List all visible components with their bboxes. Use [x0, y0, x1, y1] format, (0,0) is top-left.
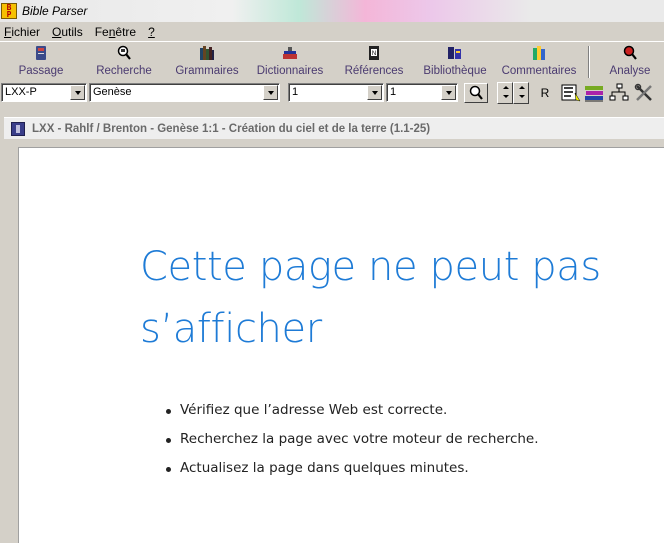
dictionary-icon: [283, 47, 297, 59]
chevron-down-icon[interactable]: [367, 85, 382, 100]
next-spinner[interactable]: [513, 82, 529, 104]
r-button[interactable]: R: [536, 84, 554, 102]
menu-fichier[interactable]: Fichier: [4, 25, 40, 39]
app-window: BP Bible Parser Fichier Outils Fenêtre ?…: [0, 0, 664, 543]
prev-spinner[interactable]: [497, 82, 513, 104]
document-title: LXX - Rahlf / Brenton - Genèse 1:1 - Cré…: [32, 122, 431, 135]
menu-bar: Fichier Outils Fenêtre ?: [0, 22, 664, 41]
passage-button[interactable]: Passage: [14, 44, 68, 80]
commentaries-icon: [533, 46, 545, 60]
list-item: Vérifiez que l’adresse Web est correcte.: [166, 402, 539, 431]
verse-select[interactable]: 1: [386, 83, 458, 102]
menu-help[interactable]: ?: [148, 25, 155, 39]
error-heading: Cette page ne peut pas s’afficher: [140, 244, 601, 352]
recherche-button[interactable]: Recherche: [92, 44, 156, 80]
chapter-select[interactable]: 1: [288, 83, 384, 102]
document-title-bar[interactable]: LXX - Rahlf / Brenton - Genèse 1:1 - Cré…: [4, 117, 664, 139]
passage-selector-row: LXX-P Genèse 1 1 R: [0, 81, 664, 105]
analyse-button[interactable]: Analyse: [604, 44, 656, 80]
arrow-down-icon[interactable]: [498, 93, 512, 103]
menu-fenetre[interactable]: Fenêtre: [95, 25, 136, 39]
main-toolbar: Passage Recherche Grammaires Dictionnair…: [0, 41, 664, 81]
document-icon[interactable]: [11, 121, 25, 136]
library-icon: [448, 47, 461, 59]
chevron-down-icon[interactable]: [441, 85, 456, 100]
window-title: Bible Parser: [22, 4, 88, 18]
list-item: Actualisez la page dans quelques minutes…: [166, 460, 539, 489]
grammaires-button[interactable]: Grammaires: [172, 44, 242, 80]
grammar-books-icon: [200, 46, 214, 60]
go-search-button[interactable]: [464, 83, 488, 103]
bible-parser-app-icon[interactable]: BP: [1, 3, 17, 19]
references-button[interactable]: N Références: [342, 44, 406, 80]
book-select[interactable]: Genèse: [89, 83, 280, 102]
search-icon: [117, 45, 131, 60]
chevron-down-icon[interactable]: [70, 85, 85, 100]
arrow-down-icon[interactable]: [514, 93, 528, 103]
dictionnaires-button[interactable]: Dictionnaires: [252, 44, 328, 80]
title-bar[interactable]: BP Bible Parser: [0, 0, 664, 22]
tools-icon[interactable]: [634, 83, 654, 103]
tree-diagram-icon[interactable]: [609, 83, 629, 103]
text-cursor-icon[interactable]: [561, 83, 581, 103]
commentaires-button[interactable]: Commentaires: [498, 44, 580, 80]
error-suggestions-list: Vérifiez que l’adresse Web est correcte.…: [166, 402, 539, 489]
books-stack-icon[interactable]: [584, 83, 604, 103]
references-icon: N: [369, 46, 379, 60]
bibliotheque-button[interactable]: Bibliothèque: [418, 44, 492, 80]
version-select[interactable]: LXX-P: [1, 83, 87, 102]
search-icon: [469, 85, 483, 100]
browser-content: Cette page ne peut pas s’afficher Vérifi…: [18, 147, 664, 543]
passage-icon: [36, 46, 46, 60]
analysis-magnifier-icon: [623, 45, 637, 60]
chevron-down-icon[interactable]: [263, 85, 278, 100]
arrow-up-icon[interactable]: [514, 83, 528, 93]
menu-outils[interactable]: Outils: [52, 25, 83, 39]
toolbar-separator: [588, 46, 590, 78]
arrow-up-icon[interactable]: [498, 83, 512, 93]
list-item: Recherchez la page avec votre moteur de …: [166, 431, 539, 460]
svg-text:N: N: [372, 51, 376, 57]
document-window: LXX - Rahlf / Brenton - Genèse 1:1 - Cré…: [0, 112, 664, 543]
